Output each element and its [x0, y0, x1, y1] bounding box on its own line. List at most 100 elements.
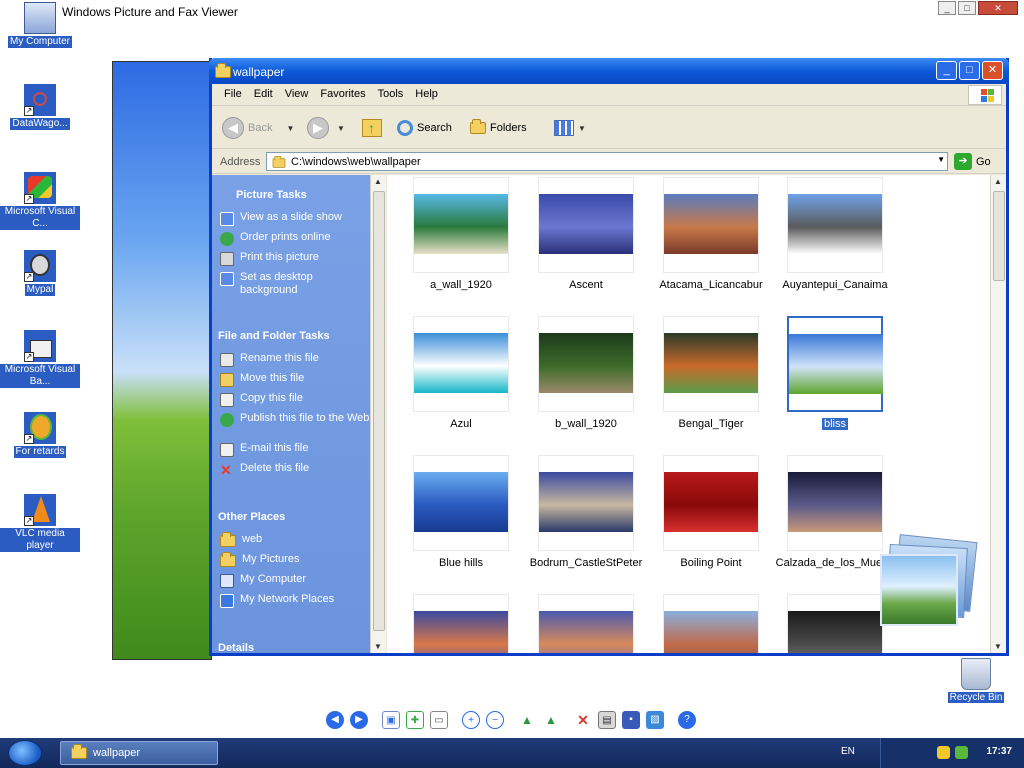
scroll-down-icon[interactable]: ▼	[994, 642, 1002, 651]
zoom-in-icon[interactable]: +	[462, 711, 480, 729]
place-web[interactable]: web	[212, 532, 370, 553]
task-pane-scrollbar[interactable]: ▲ ▼	[370, 175, 386, 653]
minimize-button[interactable]: _	[936, 61, 957, 80]
search-button[interactable]: Search	[397, 116, 452, 140]
delete-icon[interactable]: ✕	[574, 711, 592, 729]
desktop-icon-recycle-bin[interactable]: Recycle Bin	[940, 658, 1012, 703]
file-thumbnail[interactable]: bliss	[785, 314, 910, 452]
file-thumbnail[interactable]	[411, 592, 536, 653]
file-thumbnail[interactable]: Atacama_Licancabur	[659, 175, 786, 313]
task-delete[interactable]: ✕ Delete this file	[212, 462, 370, 482]
folders-button[interactable]: Folders	[470, 116, 527, 140]
file-name: Ascent	[569, 279, 603, 291]
desktop-icon-for-retards[interactable]: ↗ For retards	[0, 412, 80, 458]
file-thumbnail[interactable]: Azul	[411, 314, 536, 452]
file-thumbnail[interactable]: Auyantepui_Canaima	[782, 175, 910, 313]
file-thumbnail[interactable]: Bengal_Tiger	[661, 314, 786, 452]
zoom-out-icon[interactable]: −	[486, 711, 504, 729]
delete-icon: ✕	[220, 462, 232, 478]
desktop-icon-visual-basic[interactable]: ↗ Microsoft Visual Ba...	[0, 330, 80, 388]
task-rename[interactable]: Rename this file	[212, 352, 370, 372]
thumbnail-image	[789, 334, 883, 394]
task-print[interactable]: Print this picture	[212, 251, 370, 271]
task-set-desktop[interactable]: Set as desktop background	[212, 271, 370, 301]
file-thumbnail[interactable]: Blue hills	[411, 453, 536, 591]
security-shield-icon[interactable]	[937, 746, 950, 759]
taskbar-item-wallpaper[interactable]: wallpaper	[60, 741, 218, 765]
menu-edit[interactable]: Edit	[248, 84, 279, 100]
back-button[interactable]: ◀ Back ▼	[222, 116, 294, 140]
task-email[interactable]: E-mail this file	[212, 442, 370, 462]
task-slideshow[interactable]: View as a slide show	[212, 211, 370, 231]
actual-size-icon[interactable]: ✚	[406, 711, 424, 729]
place-my-network[interactable]: My Network Places	[212, 593, 370, 613]
desktop-icon-datawagon[interactable]: ↗ DataWago...	[0, 84, 80, 130]
slideshow-icon[interactable]: ▭	[430, 711, 448, 729]
close-button[interactable]: ✕	[982, 61, 1003, 80]
print-icon[interactable]: ▤	[598, 711, 616, 729]
file-thumbnail[interactable]	[536, 592, 661, 653]
folder-icon	[71, 744, 87, 759]
scroll-up-icon[interactable]: ▲	[374, 177, 382, 186]
clock[interactable]: 17:37	[986, 746, 1012, 757]
menu-favorites[interactable]: Favorites	[314, 84, 371, 100]
menu-help[interactable]: Help	[409, 84, 444, 100]
scroll-thumb[interactable]	[373, 191, 385, 631]
file-thumbnail[interactable]: Bodrum_CastleStPeter	[530, 453, 661, 591]
address-dropdown-icon[interactable]: ▼	[937, 155, 945, 164]
file-thumbnail[interactable]	[661, 592, 786, 653]
details-header[interactable]: Details	[212, 642, 370, 653]
desktop-icon-visual-c[interactable]: ↗ Microsoft Visual C...	[0, 172, 80, 230]
menu-view[interactable]: View	[279, 84, 315, 100]
thumbnail-frame	[663, 455, 759, 551]
viewer-close-button[interactable]: ✕	[978, 1, 1018, 15]
place-my-pictures[interactable]: My Pictures	[212, 552, 370, 573]
file-thumbnail[interactable]: Boiling Point	[661, 453, 786, 591]
viewer-minimize-button[interactable]: _	[938, 1, 956, 15]
scroll-up-icon[interactable]: ▲	[994, 177, 1002, 186]
forward-dropdown-icon[interactable]: ▼	[337, 124, 345, 133]
views-button[interactable]: ▼	[554, 116, 586, 140]
task-copy[interactable]: Copy this file	[212, 392, 370, 412]
thumbnail-image	[664, 194, 758, 254]
save-icon[interactable]: ▪	[622, 711, 640, 729]
edit-image-icon[interactable]: ▨	[646, 711, 664, 729]
file-thumbnail[interactable]: a_wall_1920	[411, 175, 536, 313]
system-tray: EN 17:37	[841, 738, 1024, 768]
next-image-icon[interactable]: ▶	[350, 711, 368, 729]
maximize-button[interactable]: □	[959, 61, 980, 80]
language-indicator[interactable]: EN	[841, 746, 855, 757]
explorer-titlebar[interactable]: wallpaper _ □ ✕	[209, 58, 1009, 84]
other-places-header[interactable]: Other Places	[212, 511, 370, 523]
address-input[interactable]: C:\windows\web\wallpaper ▼	[266, 152, 948, 171]
help-icon[interactable]: ?	[678, 711, 696, 729]
menu-tools[interactable]: Tools	[372, 84, 410, 100]
file-folder-tasks-header[interactable]: File and Folder Tasks	[212, 330, 370, 342]
up-folder-button[interactable]: ↑	[362, 116, 382, 140]
task-publish[interactable]: Publish this file to the Web	[212, 412, 370, 442]
task-move[interactable]: Move this file	[212, 372, 370, 392]
place-my-computer[interactable]: My Computer	[212, 573, 370, 593]
scroll-thumb[interactable]	[993, 191, 1005, 281]
rotate-clockwise-icon[interactable]: ▲	[518, 711, 536, 729]
thumbnail-label: Auyantepui_Canaima	[773, 279, 897, 291]
go-button[interactable]: ➔ Go	[954, 153, 991, 170]
forward-button[interactable]: ▶ ▼	[307, 116, 345, 140]
picture-tasks-header[interactable]: Picture Tasks	[212, 189, 370, 201]
file-thumbnail[interactable]: Ascent	[536, 175, 661, 313]
file-thumbnail[interactable]: b_wall_1920	[536, 314, 661, 452]
viewer-maximize-button[interactable]: □	[958, 1, 976, 15]
start-button[interactable]	[8, 740, 42, 766]
file-view-scrollbar[interactable]: ▲ ▼	[990, 175, 1006, 653]
desktop-icon-my-computer[interactable]: My Computer	[0, 2, 80, 48]
task-order-prints[interactable]: Order prints online	[212, 231, 370, 251]
scroll-down-icon[interactable]: ▼	[374, 642, 382, 651]
menu-file[interactable]: File	[218, 84, 248, 100]
back-dropdown-icon[interactable]: ▼	[286, 124, 294, 133]
desktop-icon-mypal[interactable]: ↗ Mypal	[0, 250, 80, 296]
rotate-counterclockwise-icon[interactable]: ▲	[542, 711, 560, 729]
network-status-icon[interactable]	[955, 746, 968, 759]
previous-image-icon[interactable]: ◀	[326, 711, 344, 729]
desktop-icon-vlc[interactable]: ↗ VLC media player	[0, 494, 80, 552]
best-fit-icon[interactable]: ▣	[382, 711, 400, 729]
